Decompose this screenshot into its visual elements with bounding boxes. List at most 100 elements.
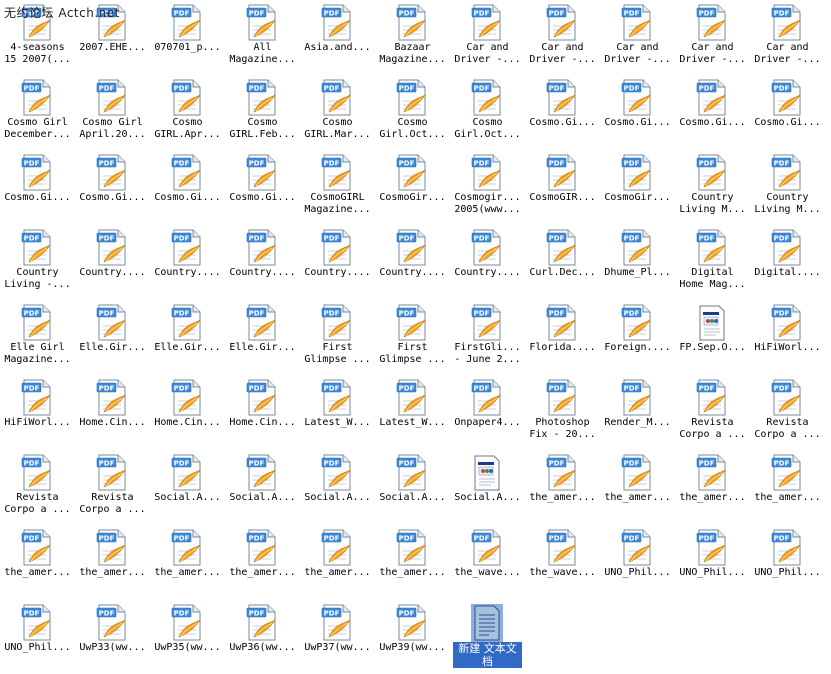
- file-item[interactable]: PDF Cosmo Girl April.20...: [75, 77, 150, 149]
- file-item[interactable]: PDF UNO_Phil...: [0, 602, 75, 674]
- file-item[interactable]: PDF Country....: [150, 227, 225, 299]
- file-item[interactable]: PDF Curl.Dec...: [525, 227, 600, 299]
- file-item[interactable]: PDF UNO_Phil...: [750, 527, 825, 599]
- file-item[interactable]: PDF Social.A...: [225, 452, 300, 524]
- file-item[interactable]: PDF Home.Cin...: [75, 377, 150, 449]
- file-item[interactable]: PDF All Magazine...: [225, 2, 300, 74]
- file-item[interactable]: PDF Elle.Gir...: [75, 302, 150, 374]
- file-item[interactable]: PDF UwP36(ww...: [225, 602, 300, 674]
- pdf-icon: PDF: [171, 79, 203, 117]
- file-item[interactable]: PDF CosmoGir...: [375, 152, 450, 224]
- file-item[interactable]: FP.Sep.O...: [675, 302, 750, 374]
- file-item[interactable]: PDF Digital....: [750, 227, 825, 299]
- file-item[interactable]: PDF Cosmo GIRL.Feb...: [225, 77, 300, 149]
- file-item[interactable]: PDF the_wave...: [525, 527, 600, 599]
- file-item[interactable]: PDF Country Living -...: [0, 227, 75, 299]
- file-item[interactable]: PDF Car and Driver -...: [525, 2, 600, 74]
- file-item[interactable]: PDF Cosmo.Gi...: [675, 77, 750, 149]
- file-item[interactable]: PDF the_amer...: [150, 527, 225, 599]
- file-item[interactable]: PDF Elle.Gir...: [225, 302, 300, 374]
- file-item[interactable]: PDF Elle Girl Magazine...: [0, 302, 75, 374]
- svg-text:PDF: PDF: [24, 609, 40, 617]
- file-item[interactable]: PDF Photoshop Fix - 20...: [525, 377, 600, 449]
- file-item[interactable]: PDF First Glimpse ...: [300, 302, 375, 374]
- file-item[interactable]: PDF Digital Home Mag...: [675, 227, 750, 299]
- file-item[interactable]: PDF the_amer...: [225, 527, 300, 599]
- file-label: Dhume_Pl...: [604, 267, 671, 278]
- file-label: 新建 文本文 档: [453, 642, 522, 668]
- file-item[interactable]: PDF Social.A...: [375, 452, 450, 524]
- file-item[interactable]: PDF Country....: [450, 227, 525, 299]
- file-item[interactable]: PDF Home.Cin...: [150, 377, 225, 449]
- file-item[interactable]: PDF Car and Driver -...: [675, 2, 750, 74]
- file-item[interactable]: PDF Cosmo.Gi...: [0, 152, 75, 224]
- file-item[interactable]: PDF Cosmo.Gi...: [150, 152, 225, 224]
- file-item[interactable]: PDF Latest_W...: [300, 377, 375, 449]
- file-item[interactable]: PDF Cosmo Girl.Oct...: [375, 77, 450, 149]
- generic-file-icon: [696, 304, 728, 342]
- file-item[interactable]: PDF Foreign....: [600, 302, 675, 374]
- file-item[interactable]: PDF Cosmo.Gi...: [750, 77, 825, 149]
- file-item[interactable]: PDF the_amer...: [750, 452, 825, 524]
- file-item[interactable]: PDF HiFiWorl...: [0, 377, 75, 449]
- file-item[interactable]: PDF Revista Corpo a ...: [75, 452, 150, 524]
- file-item[interactable]: PDF UwP37(ww...: [300, 602, 375, 674]
- file-item[interactable]: PDF Revista Corpo a ...: [675, 377, 750, 449]
- file-item[interactable]: PDF Cosmo.Gi...: [525, 77, 600, 149]
- file-item[interactable]: PDF Social.A...: [300, 452, 375, 524]
- file-item[interactable]: PDF Country....: [225, 227, 300, 299]
- file-item[interactable]: Social.A...: [450, 452, 525, 524]
- file-item[interactable]: PDF Dhume_Pl...: [600, 227, 675, 299]
- pdf-icon: PDF: [396, 304, 428, 342]
- file-item[interactable]: PDF Cosmo.Gi...: [600, 77, 675, 149]
- file-item[interactable]: PDF the_wave...: [450, 527, 525, 599]
- file-item[interactable]: PDF Cosmo Girl December...: [0, 77, 75, 149]
- file-item[interactable]: PDF Cosmo GIRL.Apr...: [150, 77, 225, 149]
- file-item[interactable]: PDF Asia.and...: [300, 2, 375, 74]
- file-item[interactable]: PDF Country Living M...: [750, 152, 825, 224]
- file-item[interactable]: PDF Elle.Gir...: [150, 302, 225, 374]
- file-item[interactable]: 新建 文本文 档: [450, 602, 525, 674]
- file-item[interactable]: PDF Onpaper4...: [450, 377, 525, 449]
- file-item[interactable]: PDF the_amer...: [675, 452, 750, 524]
- file-item[interactable]: PDF the_amer...: [75, 527, 150, 599]
- file-item[interactable]: PDF Country....: [300, 227, 375, 299]
- file-item[interactable]: PDF Latest_W...: [375, 377, 450, 449]
- file-item[interactable]: PDF the_amer...: [0, 527, 75, 599]
- file-item[interactable]: PDF CosmoGIRL Magazine...: [300, 152, 375, 224]
- file-item[interactable]: PDF Social.A...: [150, 452, 225, 524]
- file-item[interactable]: PDF Car and Driver -...: [600, 2, 675, 74]
- file-item[interactable]: PDF Revista Corpo a ...: [750, 377, 825, 449]
- file-item[interactable]: PDF the_amer...: [375, 527, 450, 599]
- file-item[interactable]: PDF Revista Corpo a ...: [0, 452, 75, 524]
- file-item[interactable]: PDF UNO_Phil...: [675, 527, 750, 599]
- file-item[interactable]: PDF FirstGli... - June 2...: [450, 302, 525, 374]
- file-item[interactable]: PDF Country....: [375, 227, 450, 299]
- file-item[interactable]: PDF CosmoGir...: [600, 152, 675, 224]
- file-item[interactable]: PDF Cosmo.Gi...: [75, 152, 150, 224]
- file-item[interactable]: PDF UNO_Phil...: [600, 527, 675, 599]
- file-item[interactable]: PDF HiFiWorl...: [750, 302, 825, 374]
- file-item[interactable]: PDF the_amer...: [300, 527, 375, 599]
- file-item[interactable]: PDF Car and Driver -...: [750, 2, 825, 74]
- file-item[interactable]: PDF Country....: [75, 227, 150, 299]
- file-item[interactable]: PDF CosmoGIR...: [525, 152, 600, 224]
- file-item[interactable]: PDF UwP39(ww...: [375, 602, 450, 674]
- file-item[interactable]: PDF First Glimpse ...: [375, 302, 450, 374]
- file-item[interactable]: PDF Country Living M...: [675, 152, 750, 224]
- file-item[interactable]: PDF Cosmo Girl.Oct...: [450, 77, 525, 149]
- file-item[interactable]: PDF Home.Cin...: [225, 377, 300, 449]
- file-item[interactable]: PDF Florida....: [525, 302, 600, 374]
- file-item[interactable]: PDF Car and Driver -...: [450, 2, 525, 74]
- file-item[interactable]: PDF the_amer...: [525, 452, 600, 524]
- file-item[interactable]: PDF Cosmogir... 2005(www...: [450, 152, 525, 224]
- file-item[interactable]: PDF Bazaar Magazine...: [375, 2, 450, 74]
- file-item[interactable]: PDF UwP35(ww...: [150, 602, 225, 674]
- file-item[interactable]: PDF the_amer...: [600, 452, 675, 524]
- file-item[interactable]: PDF UwP33(ww...: [75, 602, 150, 674]
- file-item[interactable]: PDF 070701_p...: [150, 2, 225, 74]
- file-item[interactable]: PDF Cosmo GIRL.Mar...: [300, 77, 375, 149]
- file-item[interactable]: PDF Cosmo.Gi...: [225, 152, 300, 224]
- svg-text:PDF: PDF: [99, 159, 115, 167]
- file-item[interactable]: PDF Render_M...: [600, 377, 675, 449]
